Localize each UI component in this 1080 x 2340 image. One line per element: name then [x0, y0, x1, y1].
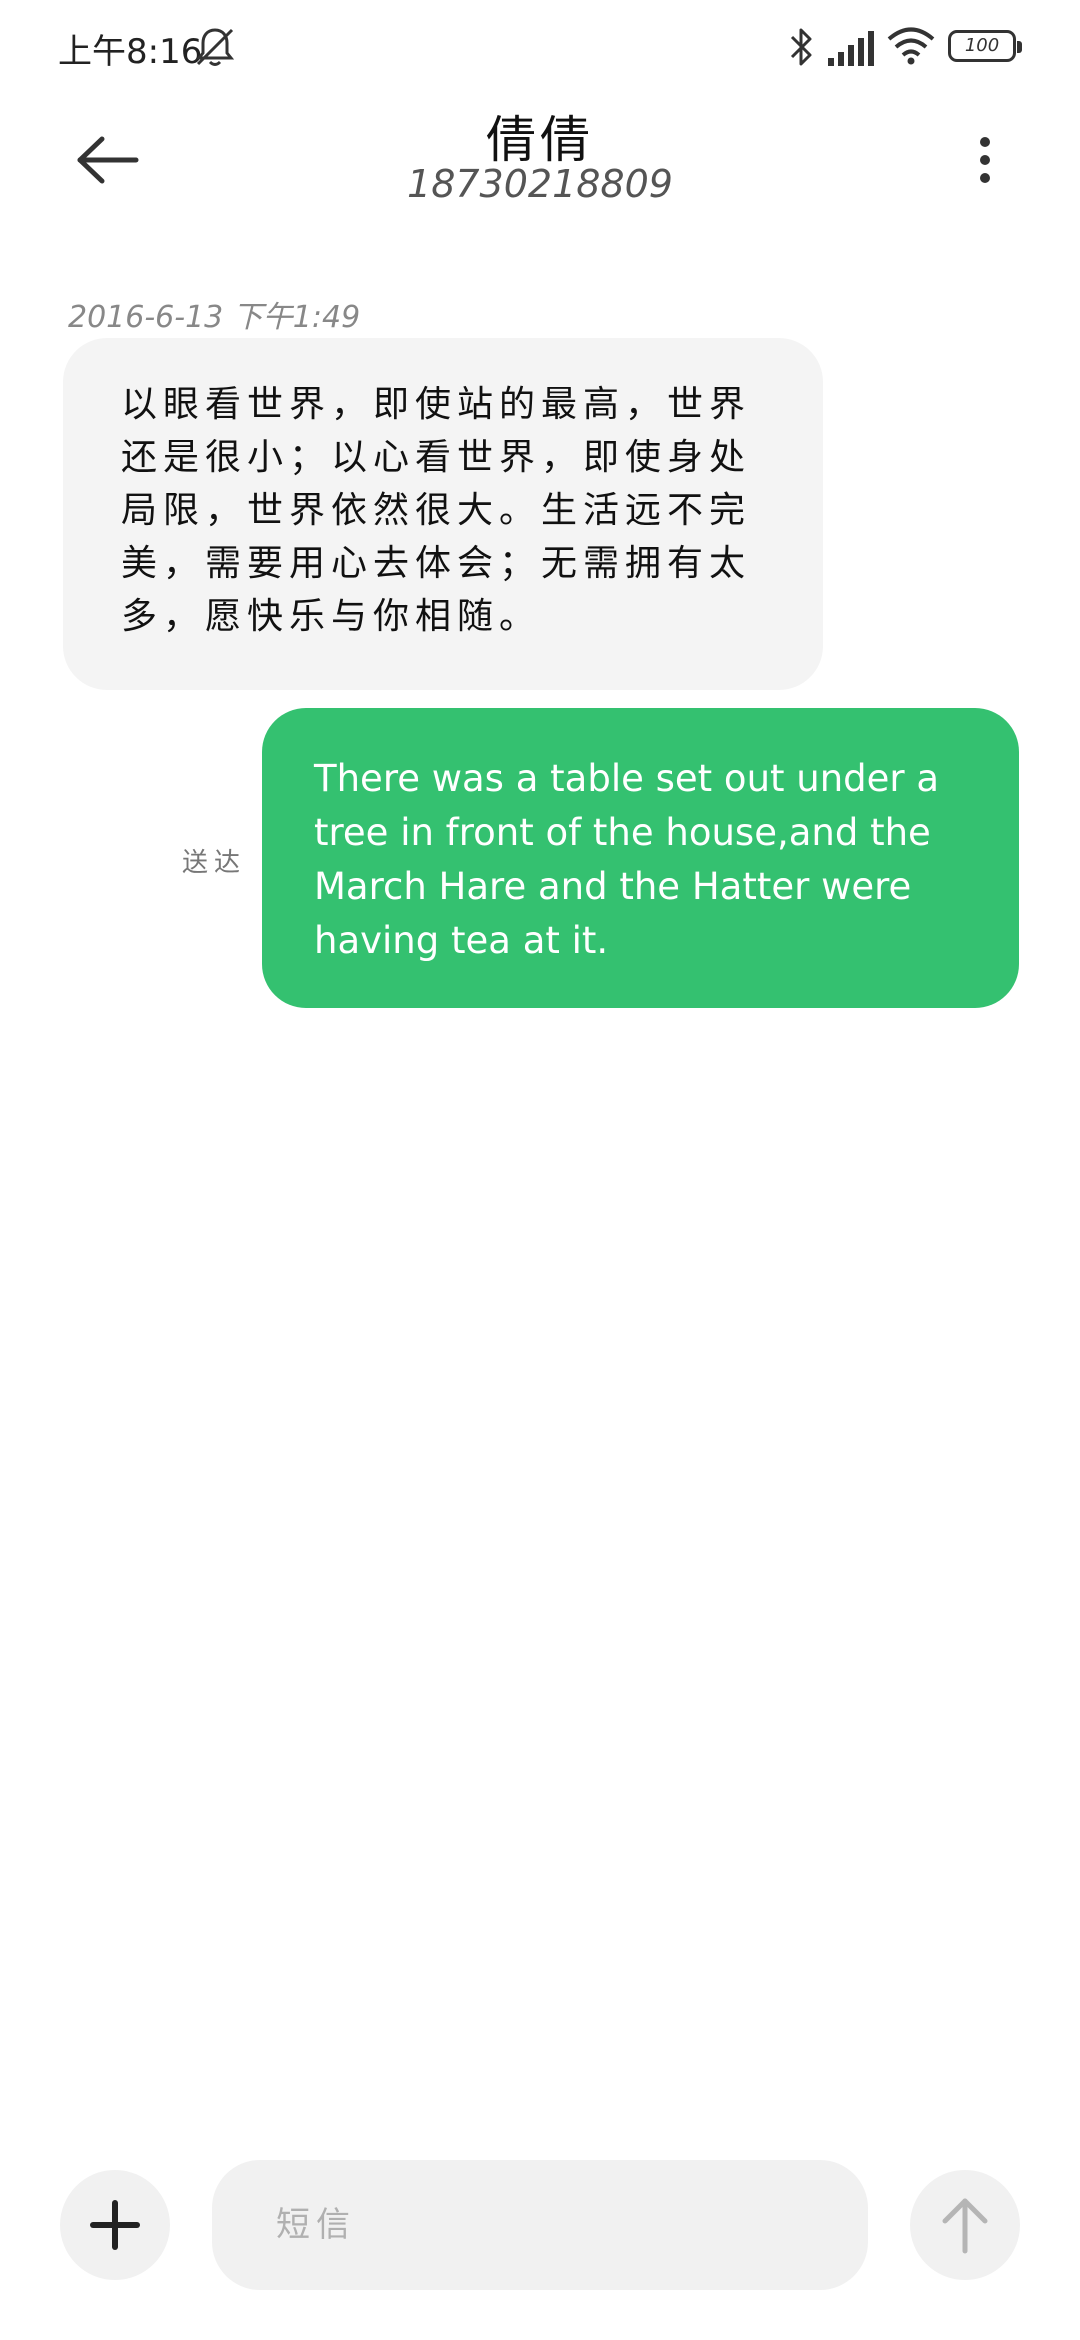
- signal-icon: [828, 31, 874, 66]
- more-options-button[interactable]: [960, 120, 1010, 200]
- contact-number: 18730218809: [407, 162, 673, 206]
- status-bar: 上午8:16 100: [0, 0, 1080, 100]
- more-vertical-icon: [980, 137, 990, 147]
- add-attachment-button[interactable]: [60, 2170, 170, 2280]
- message-input[interactable]: [212, 2160, 868, 2290]
- outgoing-message-bubble[interactable]: There was a table set out under a tree i…: [262, 708, 1019, 1008]
- more-vertical-icon-dot: [980, 155, 990, 165]
- send-button[interactable]: [910, 2170, 1020, 2280]
- battery-icon: 100: [948, 30, 1022, 62]
- conversation-header: 倩倩 18730218809: [0, 100, 1080, 250]
- message-thread-screen: 上午8:16 100 倩倩 18730218809 2016-6-13 下午1:…: [0, 0, 1080, 2340]
- message-timestamp: 2016-6-13 下午1:49: [68, 300, 361, 335]
- bluetooth-icon: [790, 28, 812, 66]
- wifi-icon: [887, 27, 935, 65]
- mute-bell-icon: [195, 28, 235, 66]
- status-time: 上午8:16: [58, 32, 203, 72]
- more-vertical-icon-dot: [980, 173, 990, 183]
- plus-icon: [90, 2200, 140, 2250]
- delivery-status: 送达: [182, 848, 247, 878]
- incoming-message-bubble[interactable]: 以眼看世界，即使站的最高，世界还是很小；以心看世界，即使身处局限，世界依然很大。…: [63, 338, 823, 690]
- send-arrow-up-icon: [942, 2198, 988, 2254]
